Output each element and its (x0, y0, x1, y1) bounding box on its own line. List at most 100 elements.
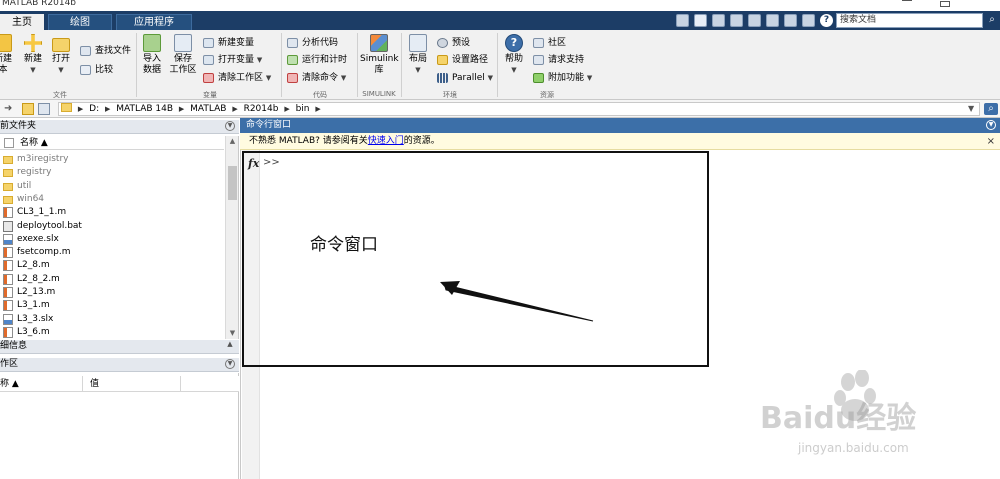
close-icon[interactable] (978, 0, 988, 8)
new-variable-button[interactable]: 新建变量 (203, 37, 254, 49)
simulink-icon (370, 34, 388, 52)
clear-commands-button[interactable]: 清除命令 ▼ (287, 72, 346, 84)
search-documentation-input[interactable]: 搜索文档 (836, 13, 983, 28)
back-arrow-icon[interactable]: ➜ (4, 103, 12, 115)
file-item[interactable]: L3_1.m (0, 299, 224, 312)
folder-item[interactable]: util (0, 180, 224, 193)
switch-windows-icon[interactable] (802, 14, 815, 27)
open-variable-icon (203, 55, 214, 65)
address-bar: ➜ ▶ D: ▶ MATLAB 14B ▶ MATLAB ▶ R2014b ▶ … (0, 100, 1000, 118)
tab-home[interactable]: 主页 (0, 14, 44, 30)
panel-actions-icon[interactable]: ▼ (225, 359, 235, 369)
path-dropdown-icon[interactable]: ▼ (968, 103, 974, 115)
file-item[interactable]: deploytool.bat (0, 220, 224, 233)
current-folder-list: 名称 ▲ m3iregistry registry util win64 CL3_1_1… (0, 136, 239, 339)
tab-plots[interactable]: 绘图 (48, 14, 112, 30)
copy-icon[interactable] (730, 14, 743, 27)
file-item[interactable]: exexe.slx (0, 233, 224, 246)
folder-item[interactable]: m3iregistry (0, 153, 224, 166)
tab-apps[interactable]: 应用程序 (116, 14, 192, 30)
toolstrip-tabs: 主页 绘图 应用程序 ? 搜索文档 ⌕ (0, 11, 1000, 30)
annotation-arrow-icon (440, 281, 594, 322)
browse-folder-icon[interactable] (38, 103, 50, 115)
bat-file-icon (3, 220, 13, 232)
file-item[interactable]: L3_3.slx (0, 313, 224, 326)
run-and-time-button[interactable]: 运行和计时 (287, 54, 347, 66)
search-folder-icon[interactable]: ⌕ (984, 103, 998, 115)
cut-icon[interactable] (712, 14, 725, 27)
save-icon[interactable] (694, 14, 707, 27)
find-files-button[interactable]: 查找文件 (80, 45, 131, 57)
path-segment[interactable]: MATLAB (187, 103, 229, 115)
plus-icon (24, 34, 42, 52)
details-header[interactable]: 细信息 ▲ (0, 340, 239, 354)
preferences-button[interactable]: 预设 (437, 37, 470, 49)
file-item[interactable]: CL3_1_1.m (0, 206, 224, 219)
analyze-code-button[interactable]: 分析代码 (287, 37, 338, 49)
search-icon[interactable]: ⌕ (986, 14, 998, 26)
getting-started-notice: 不熟悉 MATLAB? 请参阅有关快速入门的资源。 × (240, 133, 1000, 150)
file-item[interactable]: L3_6.m (0, 326, 224, 339)
add-ons-button[interactable]: 附加功能 ▼ (533, 72, 592, 84)
import-data-button[interactable]: 导入 数据 (140, 34, 164, 76)
file-item[interactable]: L2_8_2.m (0, 273, 224, 286)
path-segment[interactable]: R2014b (241, 103, 282, 115)
simulink-library-button[interactable]: Simulink 库 (360, 34, 399, 76)
panel-actions-icon[interactable]: ▼ (225, 121, 235, 131)
clear-workspace-button[interactable]: 清除工作区 ▼ (203, 72, 271, 84)
group-separator (136, 33, 137, 97)
community-icon (533, 38, 544, 48)
open-button[interactable]: 打开 ▼ (50, 34, 72, 76)
vertical-scrollbar[interactable]: ▲ ▼ (225, 136, 238, 339)
paste-icon[interactable] (748, 14, 761, 27)
quick-access-icon[interactable] (676, 14, 689, 27)
open-variable-button[interactable]: 打开变量 ▼ (203, 54, 262, 66)
watermark-url: jingyan.baidu.com (797, 441, 909, 455)
file-item[interactable]: L2_8.m (0, 259, 224, 272)
path-field[interactable]: ▶ D: ▶ MATLAB 14B ▶ MATLAB ▶ R2014b ▶ bi… (58, 102, 980, 116)
compare-button[interactable]: 比较 (80, 64, 113, 76)
file-item[interactable]: L2_13.m (0, 286, 224, 299)
maximize-icon[interactable] (940, 1, 950, 7)
folder-icon (3, 182, 13, 191)
column-header-name[interactable]: 名称 ▲ (0, 136, 224, 150)
folder-item[interactable]: win64 (0, 193, 224, 206)
scroll-up-icon[interactable]: ▲ (226, 136, 238, 146)
path-segment[interactable]: D: (86, 103, 102, 115)
help-icon[interactable]: ? (820, 14, 833, 27)
expand-icon[interactable]: ▲ (225, 340, 235, 350)
new-button[interactable]: 新建 ▼ (22, 34, 44, 76)
analyze-code-icon (287, 38, 298, 48)
details-title: 细信息 (0, 341, 28, 351)
set-path-button[interactable]: 设置路径 (437, 54, 488, 66)
save-workspace-button[interactable]: 保存 工作区 (169, 34, 197, 76)
parallel-button[interactable]: Parallel ▼ (437, 72, 493, 84)
help-button[interactable]: ? 帮助 ▼ (502, 34, 526, 76)
redo-icon[interactable] (784, 14, 797, 27)
support-icon (533, 55, 544, 65)
community-button[interactable]: 社区 (533, 37, 566, 49)
layout-button[interactable]: 布局 ▼ (406, 34, 430, 76)
up-folder-icon[interactable] (22, 103, 34, 115)
scrollbar-thumb[interactable] (228, 166, 237, 200)
path-segment[interactable]: MATLAB 14B (113, 103, 176, 115)
undo-icon[interactable] (766, 14, 779, 27)
column-header-name[interactable]: 称 ▲ (0, 376, 19, 392)
close-notice-icon[interactable]: × (987, 133, 995, 150)
current-folder-header: 前文件夹 ▼ (0, 120, 239, 134)
clear-workspace-icon (203, 73, 214, 83)
path-segment[interactable]: bin (293, 103, 313, 115)
workspace-title: 作区 (0, 359, 19, 369)
folder-item[interactable]: registry (0, 166, 224, 179)
baidu-watermark: Baidu经验 jingyan.baidu.com (760, 370, 916, 455)
file-item[interactable]: fsetcomp.m (0, 246, 224, 259)
new-script-button[interactable]: 新建 本 (0, 34, 12, 76)
request-support-button[interactable]: 请求支持 (533, 54, 584, 66)
select-all-checkbox[interactable] (4, 138, 14, 148)
workspace-columns: 称 ▲ 值 (0, 376, 239, 392)
getting-started-link[interactable]: 快速入门 (368, 136, 404, 146)
scroll-down-icon[interactable]: ▼ (226, 328, 238, 338)
column-header-value[interactable]: 值 (90, 376, 99, 392)
minimize-icon[interactable] (902, 0, 912, 8)
panel-actions-icon[interactable]: ▼ (986, 120, 996, 130)
